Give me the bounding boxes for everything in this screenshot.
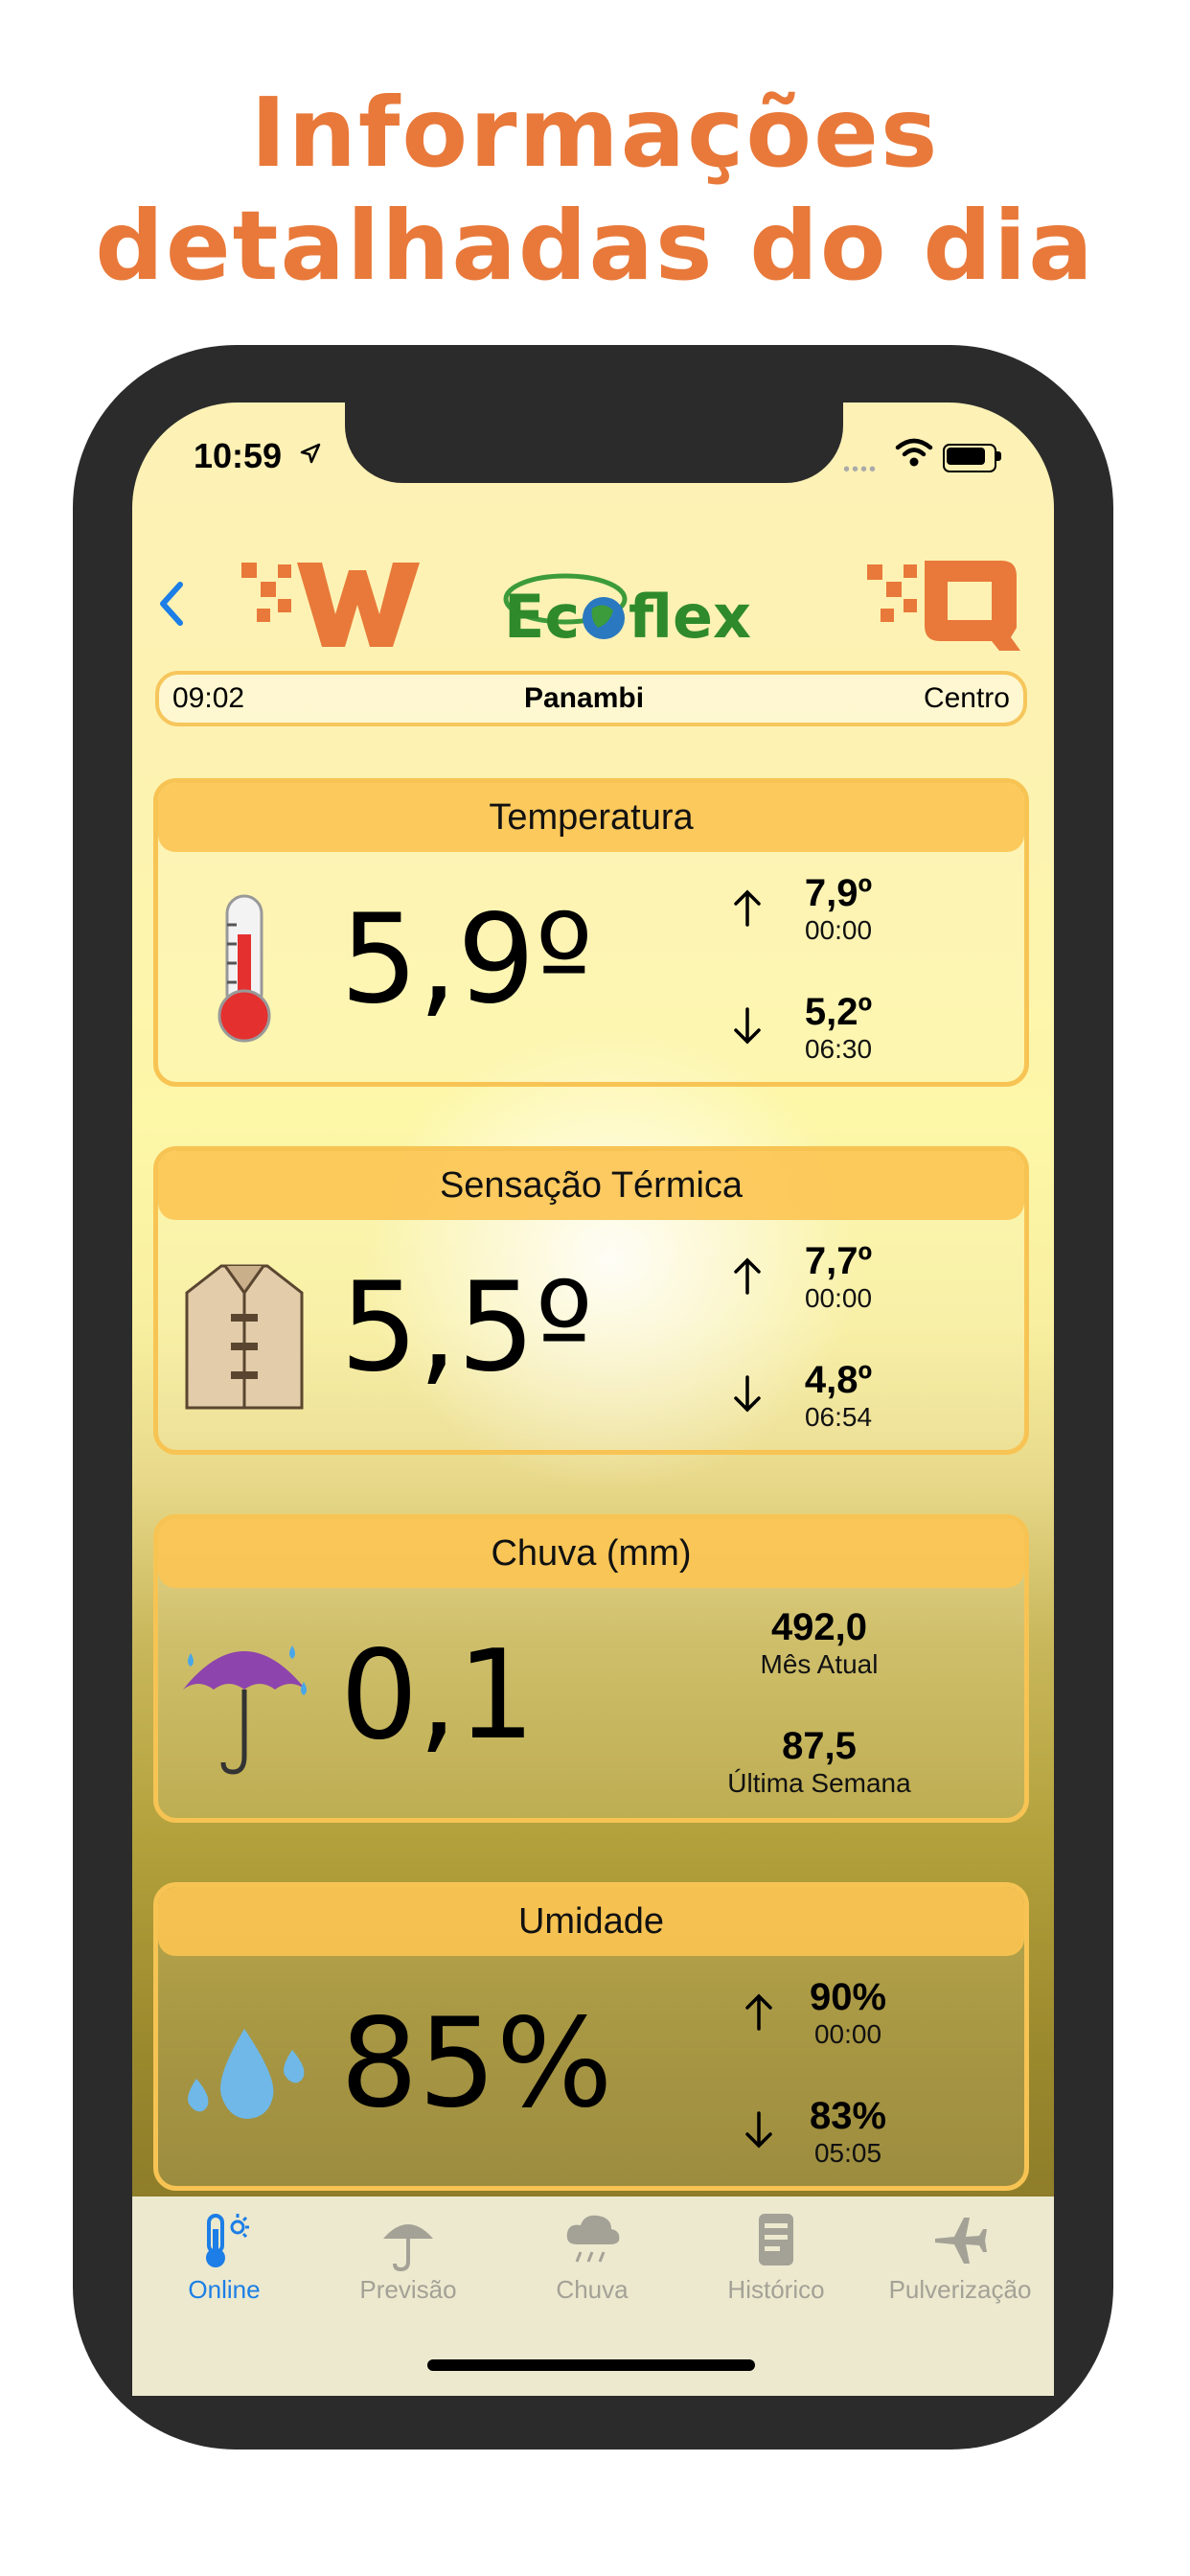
rain-card[interactable]: Chuva (mm) 0,1 492,0 Mês Atual 87,5 Últi… xyxy=(153,1514,1029,1823)
temperature-max-value: 7,9º xyxy=(804,872,873,914)
coat-icon xyxy=(185,1264,304,1410)
status-indicators: •••• xyxy=(843,436,1006,480)
rain-week: 87,5 Última Semana xyxy=(675,1724,963,1799)
humidity-value: 85% xyxy=(340,1992,613,2135)
svg-text:flex: flex xyxy=(629,582,751,652)
w-logo xyxy=(241,563,420,647)
headline-line-1: Informações xyxy=(250,77,940,189)
station-city: Panambi xyxy=(523,682,645,714)
tab-label: Online xyxy=(188,2275,261,2304)
signal-icon: •••• xyxy=(843,459,879,480)
tab-chuva[interactable]: Chuva xyxy=(500,2210,684,2315)
thermometer-sun-icon xyxy=(206,2214,249,2267)
arrow-up-icon xyxy=(734,889,761,927)
rain-month-value: 492,0 xyxy=(770,1606,868,1648)
rain-value: 0,1 xyxy=(340,1624,536,1767)
feels-like-card[interactable]: Sensação Térmica 5,5º 7,7º 00:00 4,8º 06… xyxy=(153,1146,1029,1455)
water-drops-icon xyxy=(188,2029,305,2119)
promo-headline: Informações detalhadas do dia xyxy=(0,77,1190,303)
humidity-min-time: 05:05 xyxy=(813,2138,882,2168)
humidity-max: 90% 00:00 xyxy=(790,1975,905,2050)
temperature-card[interactable]: Temperatura 5,9º 7,9º 00:00 5,2º 06:30 xyxy=(153,778,1029,1087)
headline-line-2: detalhadas do dia xyxy=(95,190,1095,302)
humidity-min-value: 83% xyxy=(809,2095,887,2137)
tab-online[interactable]: Online xyxy=(132,2210,316,2315)
temperature-max: 7,9º 00:00 xyxy=(781,871,896,946)
tab-historico[interactable]: Histórico xyxy=(684,2210,868,2315)
svg-text:Ec: Ec xyxy=(504,582,580,652)
wifi-icon xyxy=(895,438,933,467)
thermometer-icon xyxy=(217,894,271,1043)
card-title: Sensação Térmica xyxy=(158,1151,1024,1220)
tab-pulverizacao[interactable]: Pulverização xyxy=(868,2210,1052,2315)
temperature-min-time: 06:30 xyxy=(804,1034,873,1064)
chevron-left-icon[interactable] xyxy=(153,575,192,632)
umbrella-rain-icon xyxy=(183,1645,307,1775)
battery-tip xyxy=(996,451,1001,461)
feels-like-max-time: 00:00 xyxy=(804,1283,873,1313)
tab-previsao[interactable]: Previsão xyxy=(316,2210,500,2315)
tab-label: Pulverização xyxy=(888,2275,1032,2304)
card-title: Umidade xyxy=(158,1887,1024,1956)
feels-like-min-time: 06:54 xyxy=(804,1402,873,1432)
ecoflex-logo: Ec flex xyxy=(503,573,751,652)
umbrella-icon xyxy=(383,2224,433,2271)
station-region: Centro xyxy=(923,682,1010,714)
rain-week-label: Última Semana xyxy=(727,1768,911,1798)
phone-notch xyxy=(345,402,843,483)
tab-label: Chuva xyxy=(556,2275,629,2304)
temperature-min-value: 5,2º xyxy=(804,991,873,1033)
home-indicator[interactable] xyxy=(427,2359,755,2371)
card-title: Temperatura xyxy=(158,783,1024,852)
document-icon xyxy=(759,2214,793,2266)
rain-month: 492,0 Mês Atual xyxy=(675,1605,963,1680)
location-arrow-icon xyxy=(299,441,322,472)
temperature-min: 5,2º 06:30 xyxy=(781,990,896,1065)
battery-icon xyxy=(943,444,996,472)
arrow-up-icon xyxy=(734,1257,761,1295)
status-time: 10:59 xyxy=(194,436,283,475)
airplane-icon xyxy=(935,2218,987,2264)
arrow-down-icon xyxy=(734,1007,761,1045)
humidity-max-time: 00:00 xyxy=(813,2019,882,2049)
feels-like-min: 4,8º 06:54 xyxy=(781,1358,896,1433)
rain-week-value: 87,5 xyxy=(782,1725,857,1767)
temperature-max-time: 00:00 xyxy=(804,915,873,945)
rain-cloud-icon xyxy=(566,2215,620,2263)
tab-label: Previsão xyxy=(359,2275,457,2304)
update-time: 09:02 xyxy=(172,682,245,714)
station-info-bar: 09:02 Panambi Centro xyxy=(155,671,1027,726)
card-title: Chuva (mm) xyxy=(158,1519,1024,1588)
temperature-value: 5,9º xyxy=(340,888,593,1031)
feels-like-min-value: 4,8º xyxy=(804,1359,873,1401)
feels-like-max: 7,7º 00:00 xyxy=(781,1239,896,1314)
rain-month-label: Mês Atual xyxy=(760,1649,879,1679)
arrow-down-icon xyxy=(734,1375,761,1413)
arrow-down-icon xyxy=(745,2111,772,2149)
tab-label: Histórico xyxy=(727,2275,825,2304)
arrow-up-icon xyxy=(745,1993,772,2031)
feels-like-max-value: 7,7º xyxy=(804,1240,873,1282)
humidity-min: 83% 05:05 xyxy=(790,2094,905,2169)
feels-like-value: 5,5º xyxy=(340,1256,593,1399)
q-logo xyxy=(867,561,1020,651)
humidity-card[interactable]: Umidade 85% 90% 00:00 83% 05:05 xyxy=(153,1882,1029,2191)
humidity-max-value: 90% xyxy=(809,1976,887,2018)
